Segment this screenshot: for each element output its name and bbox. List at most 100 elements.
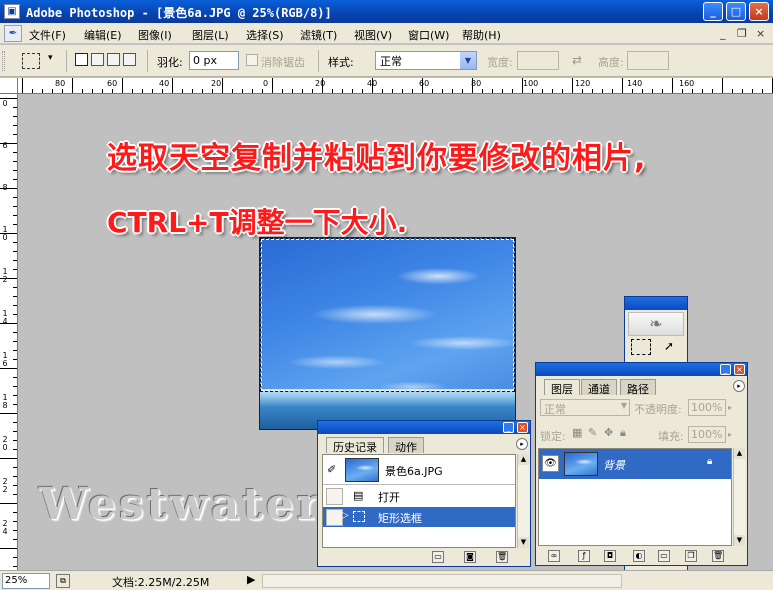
menu-image[interactable]: 图像(I) [138,27,172,43]
intersect-selection-icon[interactable] [123,53,136,66]
ruler-tick [292,89,293,93]
chevron-down-icon[interactable]: ▼ [460,52,476,69]
menu-edit[interactable]: 编辑(E) [84,27,122,43]
menu-view[interactable]: 视图(V) [354,27,392,43]
style-select[interactable]: 正常 ▼ [375,51,477,70]
ruler-tick [162,89,163,93]
menu-help[interactable]: 帮助(H) [462,27,501,43]
ruler-tick [13,386,17,387]
height-input[interactable] [627,51,669,70]
add-selection-icon[interactable] [91,53,104,66]
new-layer-icon[interactable]: ❐ [685,550,697,562]
lock-pixels-icon[interactable]: ✎ [588,426,597,439]
ruler-tick [412,89,413,93]
tab-actions[interactable]: 动作 [388,437,424,454]
scroll-down-icon[interactable]: ▼ [734,535,745,546]
layer-style-icon[interactable]: ƒ [578,550,590,562]
blend-mode-select[interactable]: 正常 ▼ [540,399,630,416]
scroll-up-icon[interactable]: ▲ [518,454,529,465]
marquee-selection[interactable] [260,238,515,392]
swap-icon[interactable]: ⇄ [572,53,582,67]
menu-select[interactable]: 选择(S) [246,27,284,43]
link-layers-icon[interactable]: ∞ [548,550,560,562]
opacity-input[interactable]: 100% [688,399,726,416]
palette-menu-icon[interactable]: ▸ [733,380,745,392]
document-image[interactable] [259,237,516,430]
palette-close-button[interactable]: × [734,364,745,375]
new-snapshot-icon[interactable]: ◙ [464,551,476,563]
ruler-label: 16 [2,351,8,368]
new-selection-icon[interactable] [75,53,88,66]
doc-close-button[interactable]: × [756,27,765,40]
lock-all-icon[interactable]: 🔒︎ [620,426,626,440]
layer-row-background[interactable]: 👁︎ 背景 🔒︎ [539,449,731,479]
options-grip[interactable] [2,51,5,71]
palette-minimize-button[interactable]: _ [720,364,731,375]
history-scrollbar[interactable]: ▲ ▼ [517,454,529,548]
palette-menu-icon[interactable]: ▸ [516,438,528,450]
new-document-from-state-icon[interactable]: ▭ [432,551,444,563]
menu-window[interactable]: 窗口(W) [408,27,449,43]
menu-filter[interactable]: 滤镜(T) [300,27,337,43]
fill-input[interactable]: 100% [688,426,726,443]
ruler-tick [352,89,353,93]
menu-layer[interactable]: 图层(L) [192,27,229,43]
ruler-tick [13,116,17,117]
layer-mask-icon[interactable]: ◘ [604,550,616,562]
subtract-selection-icon[interactable] [107,53,120,66]
anti-alias-checkbox[interactable] [246,54,258,66]
photoshop-logo-icon[interactable]: ✒ [4,25,22,42]
tab-channels[interactable]: 通道 [581,379,617,396]
scroll-up-icon[interactable]: ▲ [734,448,745,459]
top-ruler[interactable]: 80 60 40 20 0 20 40 60 80 100 120 140 160 [0,78,773,94]
move-tool-icon[interactable]: ➚ [657,337,681,357]
lock-transparency-icon[interactable]: ▦ [572,426,582,439]
fill-slider-icon[interactable]: ▸ [728,427,740,442]
opacity-slider-icon[interactable]: ▸ [728,400,740,415]
brush-source-icon[interactable]: ✐ [327,463,336,476]
new-group-icon[interactable]: ▭ [658,550,670,562]
eye-icon[interactable]: 👁︎ [542,455,559,472]
tab-history[interactable]: 历史记录 [326,437,384,454]
preset-dropdown-icon[interactable]: ▾ [48,53,53,63]
lock-position-icon[interactable]: ✥ [604,426,613,439]
zoom-input[interactable]: 25% [2,573,50,589]
tools-title-bar[interactable] [625,297,687,310]
chevron-down-icon[interactable]: ▼ [621,401,627,410]
feather-input[interactable]: 0 px [189,51,239,70]
photoshop-doc-icon[interactable]: ▣ [4,4,20,19]
minimize-button[interactable]: _ [703,2,723,21]
history-state-slider-icon[interactable]: ▷ [341,510,349,521]
history-step[interactable]: ▤ 打开 [323,486,515,506]
close-button[interactable]: × [749,2,769,21]
width-input[interactable] [517,51,559,70]
rect-marquee-tool-icon[interactable] [631,339,651,355]
doc-minimize-button[interactable]: _ [720,27,726,40]
tab-layers[interactable]: 图层 [544,379,580,396]
history-snapshot-row[interactable]: ✐ 景色6a.JPG [323,455,515,485]
trash-icon[interactable]: 🗑︎ [712,550,724,562]
ruler-tick [13,395,17,396]
palette-minimize-button[interactable]: _ [503,422,514,433]
status-info-icon[interactable]: ⧉ [56,574,70,588]
menu-file[interactable]: 文件(F) [29,27,66,43]
scroll-down-icon[interactable]: ▼ [518,537,529,548]
history-step-selected[interactable]: ▷ 矩形选框 [323,507,515,527]
left-ruler[interactable]: 0 6 8 10 12 14 16 18 20 22 24 [0,94,18,570]
history-source-box[interactable] [326,488,343,505]
rect-marquee-preset-icon[interactable] [22,53,40,69]
adjustment-layer-icon[interactable]: ◐ [633,550,645,562]
layers-title-bar[interactable]: _ × [536,363,747,376]
layers-scrollbar[interactable]: ▲ ▼ [733,448,745,546]
horizontal-scrollbar[interactable] [262,574,622,588]
palette-close-button[interactable]: × [517,422,528,433]
ruler-tick [112,89,113,93]
trash-icon[interactable]: 🗑︎ [496,551,508,563]
maximize-button[interactable]: □ [726,2,746,21]
ruler-tick [13,215,17,216]
tab-paths[interactable]: 路径 [620,379,656,396]
ruler-origin[interactable] [0,78,18,94]
history-title-bar[interactable]: _ × [318,421,530,434]
status-menu-arrow-icon[interactable]: ▶ [247,573,255,586]
doc-restore-button[interactable]: ❐ [737,27,747,40]
